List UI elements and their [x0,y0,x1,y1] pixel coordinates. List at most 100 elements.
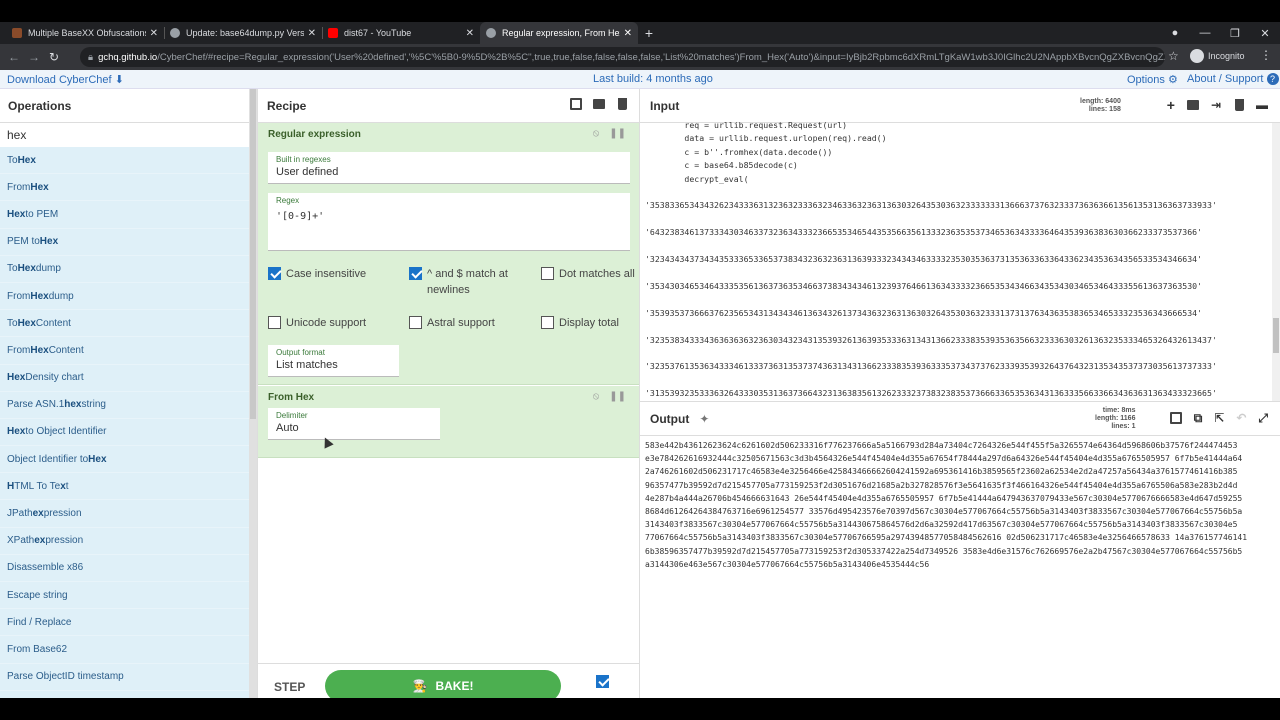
browser-menu-icon[interactable]: ⋮ [1260,48,1272,62]
options-link[interactable]: Options ⚙ [1127,73,1178,86]
browser-tab-active[interactable]: Regular expression, From Hex - C ✕ [480,22,638,44]
operation-text: Content [35,317,71,329]
input-code-line [645,374,1270,387]
close-window-icon[interactable]: ✕ [1250,27,1280,40]
add-tab-icon[interactable]: + [1167,98,1175,112]
load-recipe-icon[interactable] [593,99,605,109]
pause-op-icon[interactable]: ❚❚ [609,128,626,139]
disable-op-icon[interactable]: ⦸ [593,391,600,402]
operations-scrollbar[interactable] [249,89,257,698]
checkbox-box[interactable] [541,316,554,329]
back-icon[interactable]: ← [4,50,24,64]
checkbox-box[interactable] [268,316,281,329]
auto-bake-checkbox[interactable] [596,675,609,688]
operation-text: From [7,344,31,356]
operation-item[interactable]: Escape string [0,582,249,610]
stat-label: length: [1080,98,1104,105]
input-scrollbar[interactable] [1272,123,1280,413]
url-field[interactable]: 🔒︎ gchq.github.io/CyberChef/#recipe=Regu… [80,47,1165,67]
checkbox-box[interactable] [268,267,281,280]
operation-item[interactable]: To Hex Content [0,310,249,338]
output-format-select[interactable]: Output format List matches [268,345,399,377]
magic-wand-icon[interactable]: ✦ [699,412,709,426]
input-text-area[interactable]: req = urllib.request.Request(url) data =… [645,119,1270,397]
save-output-icon[interactable] [1169,412,1182,424]
open-folder-icon[interactable] [1186,100,1199,110]
download-cyberchef-link[interactable]: Download CyberChef ⬇ [7,73,124,86]
input-code-line: '643238346137333430346337323634333236653… [645,227,1203,238]
checkbox-label: Case insensitive [286,268,367,280]
reset-layout-icon[interactable]: ▬ [1256,99,1268,111]
wordpress-favicon-icon [170,28,180,38]
incognito-indicator[interactable]: Incognito [1190,49,1245,63]
operation-item[interactable]: Hex to PEM [0,201,249,229]
delimiter-select[interactable]: Delimiter Auto [268,408,440,440]
browser-tab-3[interactable]: dist67 - YouTube ✕ [322,22,480,44]
input-code-line [645,293,1270,306]
operation-item[interactable]: From Hex dump [0,283,249,311]
tab-close-icon[interactable]: ✕ [466,28,474,39]
clear-recipe-icon[interactable] [618,98,627,110]
step-button[interactable]: STEP [274,680,305,694]
case-insensitive-checkbox[interactable]: Case insensitive [268,266,366,282]
input-title: Input [650,98,680,113]
operation-item[interactable]: To Hex dump [0,256,249,283]
operation-text: From [7,181,31,193]
operation-text: TML To Te [14,480,61,492]
operation-item[interactable]: Parse ASN.1 hex string [0,392,249,419]
operation-item[interactable]: Find / Replace [0,609,249,637]
operation-item[interactable]: From Hex Content [0,337,249,365]
open-file-icon[interactable]: ⇥ [1211,99,1221,111]
browser-tab-1[interactable]: Multiple BaseXX Obfuscations ✕ [6,22,164,44]
input-code-line: '323434343734343533365336537383432363236… [645,254,1203,265]
pause-op-icon[interactable]: ❚❚ [609,391,626,402]
operation-item[interactable]: Object Identifier to Hex [0,446,249,474]
url-path: /CyberChef/#recipe=Regular_expression('U… [157,51,1165,63]
copy-output-icon[interactable]: ⧉ [1194,412,1203,424]
checkbox-box[interactable] [541,267,554,280]
disable-op-icon[interactable]: ⦸ [593,128,600,139]
regex-input[interactable]: Regex '[0-9]+' [268,193,630,251]
operation-item[interactable]: PEM to Hex [0,229,249,256]
unicode-checkbox[interactable]: Unicode support [268,315,366,331]
operation-item[interactable]: From Hex [0,174,249,202]
operation-item[interactable]: Parse ObjectID timestamp [0,664,249,691]
operation-item[interactable]: JPath ex pression [0,500,249,528]
replace-input-icon[interactable]: ⇱ [1214,412,1224,424]
clear-input-icon[interactable] [1235,99,1244,111]
astral-checkbox[interactable]: Astral support [409,315,495,331]
minimize-icon[interactable]: — [1190,27,1220,39]
operations-search-input[interactable]: hex [0,123,249,148]
operation-item[interactable]: Hex to Object Identifier [0,419,249,447]
operation-item[interactable]: Disassemble x86 [0,555,249,582]
browser-tab-2[interactable]: Update: base64dump.py Version ✕ [164,22,322,44]
display-total-checkbox[interactable]: Display total [541,315,619,331]
operation-item[interactable]: From Base62 [0,636,249,664]
multiline-checkbox[interactable]: ^ and $ match at newlines [409,266,519,298]
save-recipe-icon[interactable] [570,98,582,110]
operation-match-text: Hex [39,236,59,248]
tab-close-icon[interactable]: ✕ [308,28,316,39]
about-label: About / Support [1187,73,1264,85]
operation-item[interactable]: To Hex [0,147,249,175]
builtin-regex-select[interactable]: Built in regexes User defined [268,152,630,184]
forward-icon[interactable]: → [24,50,44,64]
maximise-icon[interactable]: ⤢ [1258,412,1268,424]
tab-close-icon[interactable]: ✕ [624,28,632,39]
restore-icon[interactable]: ❐ [1220,27,1250,40]
tab-search-icon[interactable]: ● [1160,27,1190,39]
checkbox-box[interactable] [409,316,422,329]
new-tab-icon[interactable]: + [638,22,660,44]
window-controls: ● — ❐ ✕ [1160,22,1280,44]
bookmark-star-icon[interactable]: ☆ [1168,49,1179,63]
about-support-link[interactable]: About / Support ? [1187,73,1279,85]
operation-item[interactable]: H TML To Te x t [0,473,249,501]
checkbox-box[interactable] [409,267,422,280]
dotall-checkbox[interactable]: Dot matches all [541,266,635,282]
operation-item[interactable]: XPath ex pression [0,528,249,555]
output-text-area[interactable]: 583e442b43612623624c6261602d506233316f77… [645,439,1275,589]
tab-close-icon[interactable]: ✕ [150,28,158,39]
reload-icon[interactable]: ↻ [44,50,64,64]
operation-text: From [7,290,31,302]
operation-item[interactable]: Hex Density chart [0,365,249,392]
